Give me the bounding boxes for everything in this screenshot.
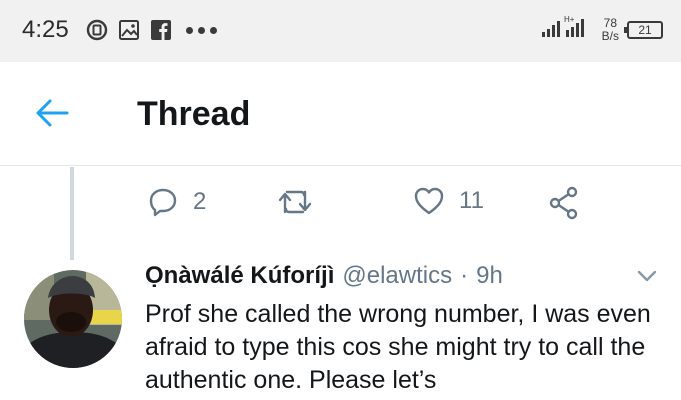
chevron-down-icon [637, 270, 657, 282]
battery-icon: 21 [624, 20, 663, 39]
signal-strength-icon: H+ [541, 14, 594, 45]
arrow-left-icon [36, 99, 69, 127]
back-button[interactable] [34, 98, 70, 128]
gallery-icon [118, 19, 140, 41]
retweet-icon [278, 190, 312, 214]
facebook-icon [150, 19, 172, 41]
notification-icons [86, 19, 217, 41]
system-indicators: H+ 78 B/s 21 [541, 14, 663, 45]
like-button[interactable]: 11 [413, 186, 484, 216]
retweet-button[interactable] [277, 186, 327, 218]
reply-count: 2 [193, 188, 207, 215]
avatar[interactable] [24, 270, 122, 368]
meta-separator: · [460, 262, 469, 289]
tweet-time: 9h [476, 262, 503, 289]
tweet-text: Prof she called the wrong number, I was … [145, 300, 651, 394]
network-speed-unit: B/s [601, 28, 619, 43]
svg-text:H+: H+ [564, 15, 575, 24]
share-button[interactable] [548, 186, 580, 220]
status-bar: 4:25 H+ 78 B/s 21 [0, 0, 681, 62]
reply-icon [149, 188, 177, 217]
author-name[interactable]: Ọnàwálé Kúforíjì [145, 262, 334, 290]
network-speed: 78 B/s [601, 15, 619, 43]
author-handle[interactable]: @elawtics [342, 262, 452, 290]
like-icon [414, 187, 444, 215]
like-count: 11 [459, 187, 484, 214]
tweet-options-button[interactable] [636, 268, 658, 284]
network-speed-value: 78 [603, 15, 617, 30]
tweet-header: Ọnàwálé Kúforíjì @elawtics · 9h [145, 262, 665, 294]
status-time: 4:25 [22, 16, 69, 43]
page-title: Thread [137, 95, 251, 133]
data-saver-icon [86, 19, 108, 41]
share-icon [549, 186, 578, 220]
reply-button[interactable]: 2 [147, 186, 206, 218]
more-dots-icon [186, 26, 217, 34]
app-header: Thread [0, 62, 681, 166]
tweet-action-bar: 2 11 [0, 186, 681, 226]
